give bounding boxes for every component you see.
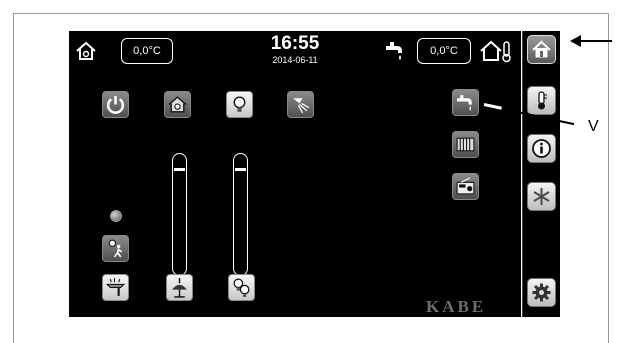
snowflake-icon [533,188,550,205]
clock-time: 16:55 [270,33,320,54]
outside-temp-value: 0,0°C [430,45,458,57]
water-tap-icon [457,95,472,111]
ceiling-spot-button[interactable] [287,91,314,118]
sidebar-item-home[interactable] [527,35,556,64]
clock-date: 2014-06-11 [272,55,318,65]
bulbs-button[interactable] [228,274,255,301]
inside-temp-display[interactable]: 0,0°C [121,38,173,64]
house-light-button[interactable] [164,91,191,118]
power-icon [106,96,125,114]
motion-sensor-icon [108,239,123,258]
power-button[interactable] [102,91,129,118]
sidebar-item-temperature[interactable] [527,86,556,115]
sidebar-divider [522,31,523,317]
water-tap-status-icon [383,40,407,62]
bulbs-icon [233,278,250,297]
slider-knob[interactable] [235,168,246,171]
radio-icon [456,177,475,195]
awning-light-icon [105,278,126,296]
thermometer-icon [538,91,547,110]
touch-screen: 0,0°C 16:55 2014-06-11 0,0°C KABE [69,31,521,317]
sidebar-item-info[interactable] [527,134,556,163]
brand-logo: KABE [426,297,487,316]
radio-button[interactable] [452,173,479,200]
ceiling-spot-icon [293,98,310,114]
nav-sidebar [522,31,560,317]
clock: 16:55 2014-06-11 [249,33,341,65]
callout-label: V [588,118,599,135]
water-pump-button[interactable] [452,89,479,116]
pendant-lamp-button[interactable] [166,274,193,301]
bulb-button[interactable] [226,91,253,118]
heater-icon [456,137,475,152]
dimmer-slider-2[interactable] [233,153,248,276]
motion-sensor-button[interactable] [102,235,129,262]
bulb-icon [233,96,246,112]
heater-button[interactable] [452,131,479,158]
house-light-icon [168,96,187,113]
outside-temp-display[interactable]: 0,0°C [417,38,471,64]
home-pointer-arrowhead [570,35,581,47]
dimmer-slider-1[interactable] [172,153,187,276]
home-pointer-arrow [578,40,612,42]
sidebar-item-frost[interactable] [527,182,556,211]
home-icon [532,40,551,58]
status-lamp [110,210,122,222]
awning-light-button[interactable] [102,274,129,301]
inside-house-icon [75,40,97,62]
sidebar-item-settings[interactable] [527,278,556,307]
outside-house-thermometer-icon [479,39,513,63]
pendant-lamp-icon [172,278,187,298]
info-icon [532,139,551,158]
inside-temp-value: 0,0°C [133,45,161,57]
gear-icon [532,283,551,302]
slider-knob[interactable] [174,168,185,171]
